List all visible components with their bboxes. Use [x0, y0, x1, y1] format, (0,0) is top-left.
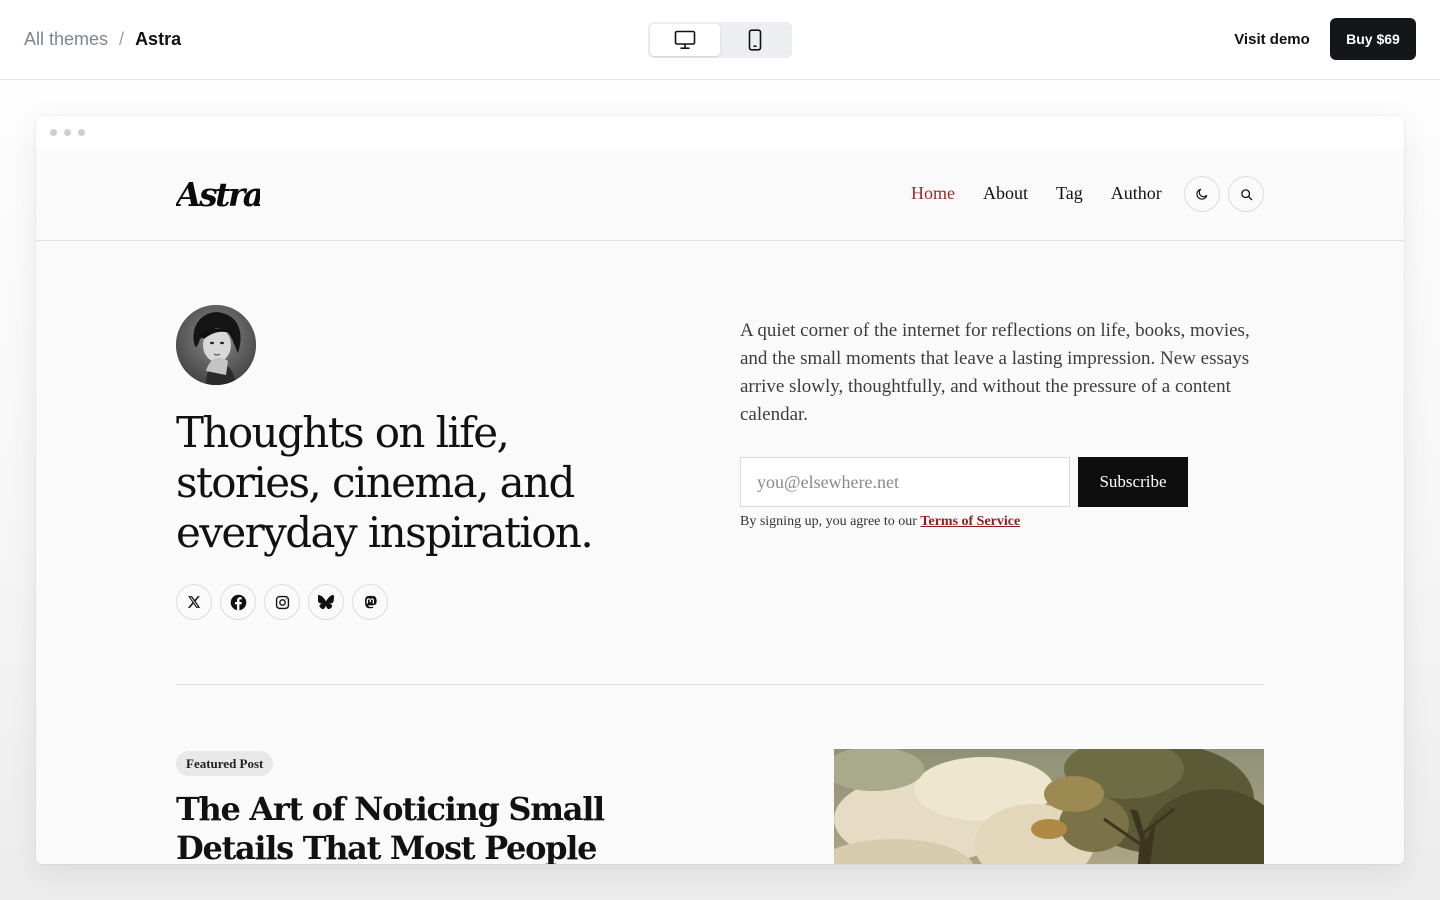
terms-of-service-link[interactable]: Terms of Service — [920, 514, 1020, 529]
nav-item-tag[interactable]: Tag — [1056, 183, 1083, 204]
search-icon — [1240, 188, 1252, 200]
nav-item-author[interactable]: Author — [1111, 183, 1162, 204]
email-input[interactable] — [740, 457, 1070, 507]
desktop-icon — [674, 30, 696, 50]
subscribe-button[interactable]: Subscribe — [1078, 457, 1188, 507]
search-button[interactable] — [1228, 176, 1264, 212]
theme-preview-frame: Astra Home About Tag Author Thoughts on … — [36, 116, 1404, 864]
section-divider — [176, 684, 1264, 685]
featured-badge: Featured Post — [176, 751, 274, 776]
dark-mode-toggle[interactable] — [1184, 176, 1220, 212]
buy-button[interactable]: Buy $69 — [1330, 18, 1416, 60]
breadcrumb-separator: / — [119, 29, 125, 49]
bluesky-icon — [318, 595, 334, 609]
breadcrumb-current: Astra — [135, 29, 182, 49]
breadcrumb: All themes / Astra — [24, 28, 181, 50]
mastodon-icon — [364, 595, 377, 608]
preview-window-bar — [36, 116, 1404, 149]
site-intro: A quiet corner of the internet for refle… — [740, 320, 1250, 425]
terms-prefix: By signing up, you agree to our — [740, 514, 917, 529]
site-nav: Home About Tag Author — [911, 183, 1162, 204]
desktop-view-button[interactable] — [650, 24, 720, 56]
hero-title: Thoughts on life, stories, cinema, and e… — [176, 408, 594, 557]
social-facebook[interactable] — [220, 584, 256, 620]
breadcrumb-all-themes[interactable]: All themes — [24, 28, 108, 50]
nav-item-about[interactable]: About — [983, 183, 1028, 204]
site-logo[interactable]: Astra — [173, 175, 265, 220]
facebook-icon — [230, 594, 246, 610]
terms-notice: By signing up, you agree to our Terms of… — [740, 514, 1020, 530]
social-mastodon[interactable] — [352, 584, 388, 620]
social-instagram[interactable] — [264, 584, 300, 620]
device-toggle — [648, 22, 792, 58]
social-x[interactable] — [176, 584, 212, 620]
social-links — [176, 584, 388, 620]
site-header: Astra Home About Tag Author — [36, 149, 1404, 241]
featured-post-image[interactable] — [834, 749, 1264, 864]
window-dot — [64, 129, 71, 136]
window-dot — [50, 129, 57, 136]
featured-post-title[interactable]: The Art of Noticing Small Details That M… — [176, 790, 696, 864]
site-logo-text: Astra — [176, 175, 260, 214]
top-bar: All themes / Astra Visit demo Buy $69 — [0, 0, 1440, 80]
instagram-icon — [275, 595, 289, 609]
social-bluesky[interactable] — [308, 584, 344, 620]
author-avatar — [176, 305, 256, 385]
mobile-view-button[interactable] — [720, 24, 790, 56]
x-icon — [187, 596, 201, 608]
window-dot — [78, 129, 85, 136]
moon-icon — [1196, 188, 1208, 200]
mobile-icon — [748, 29, 762, 51]
visit-demo-link[interactable]: Visit demo — [1222, 18, 1322, 60]
nav-item-home[interactable]: Home — [911, 183, 955, 204]
